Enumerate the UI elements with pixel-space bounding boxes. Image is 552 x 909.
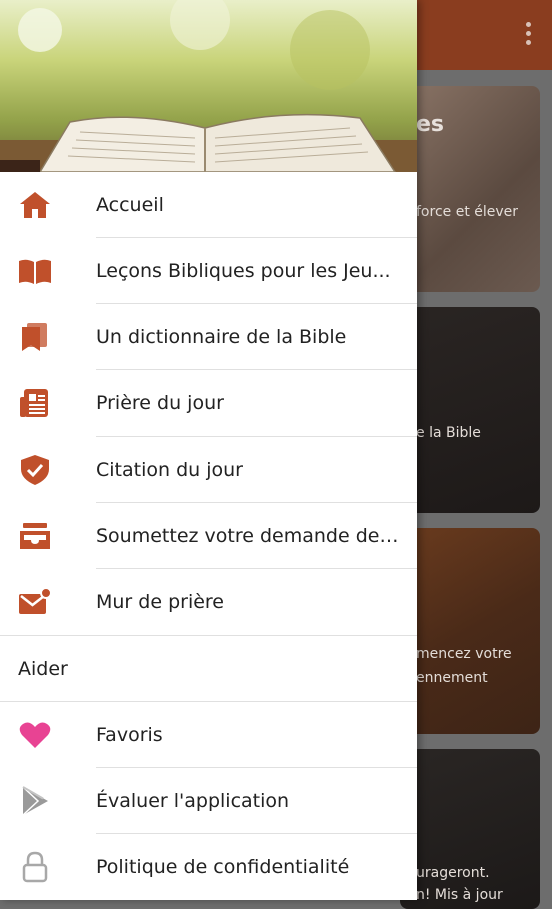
drawer-item-label: Politique de confidentialité <box>96 856 350 878</box>
newspaper-icon <box>18 387 52 419</box>
content-card[interactable]: urageront. n! Mis à jour <box>400 749 540 909</box>
drawer-item-evaluer[interactable]: Évaluer l'application <box>0 768 417 834</box>
drawer-item-mur-de-priere[interactable]: Mur de prière <box>0 569 417 635</box>
content-card[interactable]: es force et élever <box>400 86 540 292</box>
content-card[interactable]: e la Bible <box>400 307 540 513</box>
drawer-item-favoris[interactable]: Favoris <box>0 702 417 768</box>
drawer-item-label: Évaluer l'application <box>96 790 290 812</box>
overflow-menu-icon[interactable] <box>524 22 532 45</box>
section-title-aider: Aider <box>18 658 68 680</box>
drawer-item-label: Favoris <box>96 724 163 746</box>
drawer-item-label: Citation du jour <box>96 459 243 481</box>
drawer-item-label: Leçons Bibliques pour les Jeu... <box>96 260 391 282</box>
drawer-item-label: Accueil <box>96 194 164 216</box>
drawer-item-label: Soumettez votre demande de ... <box>96 525 399 547</box>
drawer-item-accueil[interactable]: Accueil <box>0 172 417 238</box>
lock-icon <box>18 851 52 883</box>
card-text: e la Bible <box>416 425 481 441</box>
inbox-icon <box>18 520 52 552</box>
home-icon <box>18 189 52 221</box>
drawer-item-priere-du-jour[interactable]: Prière du jour <box>0 370 417 436</box>
drawer-item-label: Prière du jour <box>96 392 224 414</box>
drawer-item-dictionnaire[interactable]: Un dictionnaire de la Bible <box>0 304 417 370</box>
card-text: n! Mis à jour <box>416 887 503 903</box>
heart-icon <box>18 719 52 751</box>
open-book-icon <box>18 255 52 287</box>
drawer-item-label: Mur de prière <box>96 591 224 613</box>
drawer-item-label: Un dictionnaire de la Bible <box>96 326 347 348</box>
card-text: urageront. <box>416 865 490 881</box>
divider <box>0 635 417 636</box>
card-title: es <box>416 112 445 137</box>
drawer-item-politique[interactable]: Politique de confidentialité <box>0 834 417 900</box>
drawer-header-image <box>0 0 417 172</box>
shield-check-icon <box>18 454 52 486</box>
bookmark-book-icon <box>18 321 52 353</box>
drawer-item-lecons[interactable]: Leçons Bibliques pour les Jeu... <box>0 238 417 304</box>
card-text: ennement <box>416 670 488 686</box>
play-store-icon <box>18 785 52 817</box>
card-text: force et élever <box>416 204 519 220</box>
mail-notification-icon <box>18 586 52 618</box>
navigation-drawer: Accueil Leçons Bibliques pour les Jeu...… <box>0 0 417 900</box>
content-card[interactable]: mencez votre ennement <box>400 528 540 734</box>
card-text: mencez votre <box>416 646 512 662</box>
drawer-item-citation-du-jour[interactable]: Citation du jour <box>0 437 417 503</box>
drawer-item-soumettez-demande[interactable]: Soumettez votre demande de ... <box>0 503 417 569</box>
